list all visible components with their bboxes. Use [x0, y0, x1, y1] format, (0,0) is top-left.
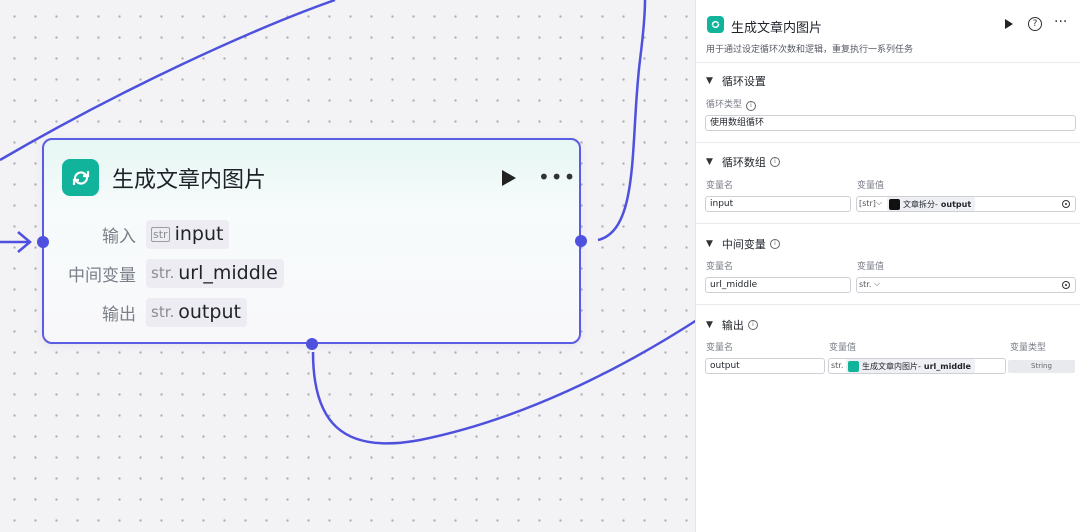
- divider: [696, 223, 1080, 224]
- section-heading: 输出: [721, 319, 744, 332]
- var-name-input[interactable]: output: [705, 358, 825, 374]
- row-value: output: [178, 301, 241, 323]
- node-title: 生成文章内图片: [112, 168, 267, 193]
- var-type-badge: String: [1008, 360, 1075, 373]
- loop-icon: [62, 159, 99, 196]
- section-heading: 循环设置: [721, 75, 766, 88]
- chevron-down-icon: ▼: [706, 157, 713, 167]
- section-heading: 循环数组: [721, 156, 766, 169]
- type-tag: [str]: [859, 199, 876, 208]
- row-label: 输入: [102, 226, 136, 247]
- chevron-down-icon[interactable]: ⌵: [876, 198, 882, 208]
- col-value-label: 变量值: [857, 181, 885, 191]
- var-value-field[interactable]: [856, 277, 1076, 293]
- chevron-down-icon: ▼: [706, 320, 713, 330]
- row-chip: str. url_middle: [146, 258, 284, 288]
- section-output[interactable]: ▼ 输出 i: [706, 317, 758, 333]
- row-label: 中间变量: [68, 265, 136, 286]
- divider: [696, 142, 1080, 143]
- node-row-output: 输出 str. output: [44, 297, 247, 327]
- info-icon: i: [769, 239, 780, 249]
- output-port[interactable]: [575, 235, 587, 247]
- col-type-label: 变量类型: [1010, 343, 1047, 353]
- col-name-label: 变量名: [706, 262, 734, 272]
- loop-type-label: 循环类型 i: [706, 97, 757, 111]
- col-value-label: 变量值: [857, 262, 885, 272]
- loop-body-port[interactable]: [306, 338, 318, 350]
- ref-source: 生成文章内图片: [862, 361, 918, 371]
- ref-field: url_middle: [923, 361, 971, 371]
- chevron-down-icon: ▼: [706, 239, 713, 249]
- more-icon[interactable]: ···: [1054, 14, 1067, 30]
- section-loop-array[interactable]: ▼ 循环数组 i: [706, 154, 780, 170]
- type-tag: str.: [151, 303, 175, 321]
- row-chip: str. output: [146, 297, 247, 327]
- more-icon[interactable]: •••: [538, 167, 576, 187]
- section-loop-settings[interactable]: ▼ 循环设置: [706, 73, 766, 89]
- section-heading: 中间变量: [721, 238, 766, 251]
- chevron-down-icon[interactable]: ⌵: [874, 279, 880, 289]
- loop-icon: [707, 16, 724, 33]
- type-tag: str.: [151, 264, 175, 282]
- edge-outgoing-right: [597, 0, 647, 242]
- col-name-label: 变量名: [706, 181, 734, 191]
- ref-sep: -: [935, 199, 938, 209]
- loop-node[interactable]: 生成文章内图片 ••• 输入 str input 中间变量 str. url_m…: [42, 138, 581, 344]
- target-icon[interactable]: [1062, 281, 1070, 289]
- row-label: 输出: [102, 304, 136, 325]
- row-value: url_middle: [178, 262, 278, 284]
- run-icon[interactable]: [1004, 19, 1013, 29]
- source-node-icon: [889, 198, 900, 210]
- ref-source: 文章拆分: [903, 199, 935, 209]
- edge-incoming-top: [0, 0, 336, 162]
- input-port[interactable]: [37, 236, 49, 248]
- row-chip: str input: [146, 219, 230, 249]
- field-label: 循环类型: [706, 100, 743, 110]
- col-value-label: 变量值: [829, 343, 857, 353]
- info-icon: i: [746, 101, 757, 111]
- type-tag: str: [151, 226, 170, 242]
- properties-panel: 生成文章内图片 ? ··· 用于通过设定循环次数和逻辑，重复执行一系列任务 ▼ …: [695, 0, 1080, 532]
- type-tag: str.: [859, 280, 872, 289]
- target-icon[interactable]: [1062, 200, 1070, 208]
- row-value: input: [174, 223, 224, 245]
- variable-reference[interactable]: 文章拆分 - output: [887, 197, 976, 211]
- info-icon: i: [769, 157, 780, 167]
- variable-reference[interactable]: 生成文章内图片 - url_middle: [846, 359, 975, 373]
- col-name-label: 变量名: [706, 343, 734, 353]
- section-middle-variable[interactable]: ▼ 中间变量 i: [706, 236, 780, 252]
- info-icon: i: [747, 320, 758, 330]
- var-name-input[interactable]: url_middle: [705, 277, 851, 293]
- run-icon[interactable]: [500, 168, 518, 188]
- loop-type-select[interactable]: 使用数组循环: [705, 115, 1076, 131]
- loop-icon: [848, 360, 859, 372]
- chevron-down-icon: ▼: [706, 76, 713, 86]
- panel-title: 生成文章内图片: [731, 21, 823, 36]
- type-tag: str.: [831, 361, 844, 370]
- ref-field: output: [940, 199, 972, 209]
- ref-sep: -: [918, 361, 921, 371]
- divider: [696, 304, 1080, 305]
- node-row-input: 输入 str input: [44, 219, 230, 249]
- var-name-input[interactable]: input: [705, 196, 851, 212]
- help-icon[interactable]: ?: [1028, 17, 1042, 31]
- divider: [696, 62, 1080, 63]
- node-row-middle: 中间变量 str. url_middle: [44, 258, 284, 288]
- panel-description: 用于通过设定循环次数和逻辑，重复执行一系列任务: [706, 45, 914, 55]
